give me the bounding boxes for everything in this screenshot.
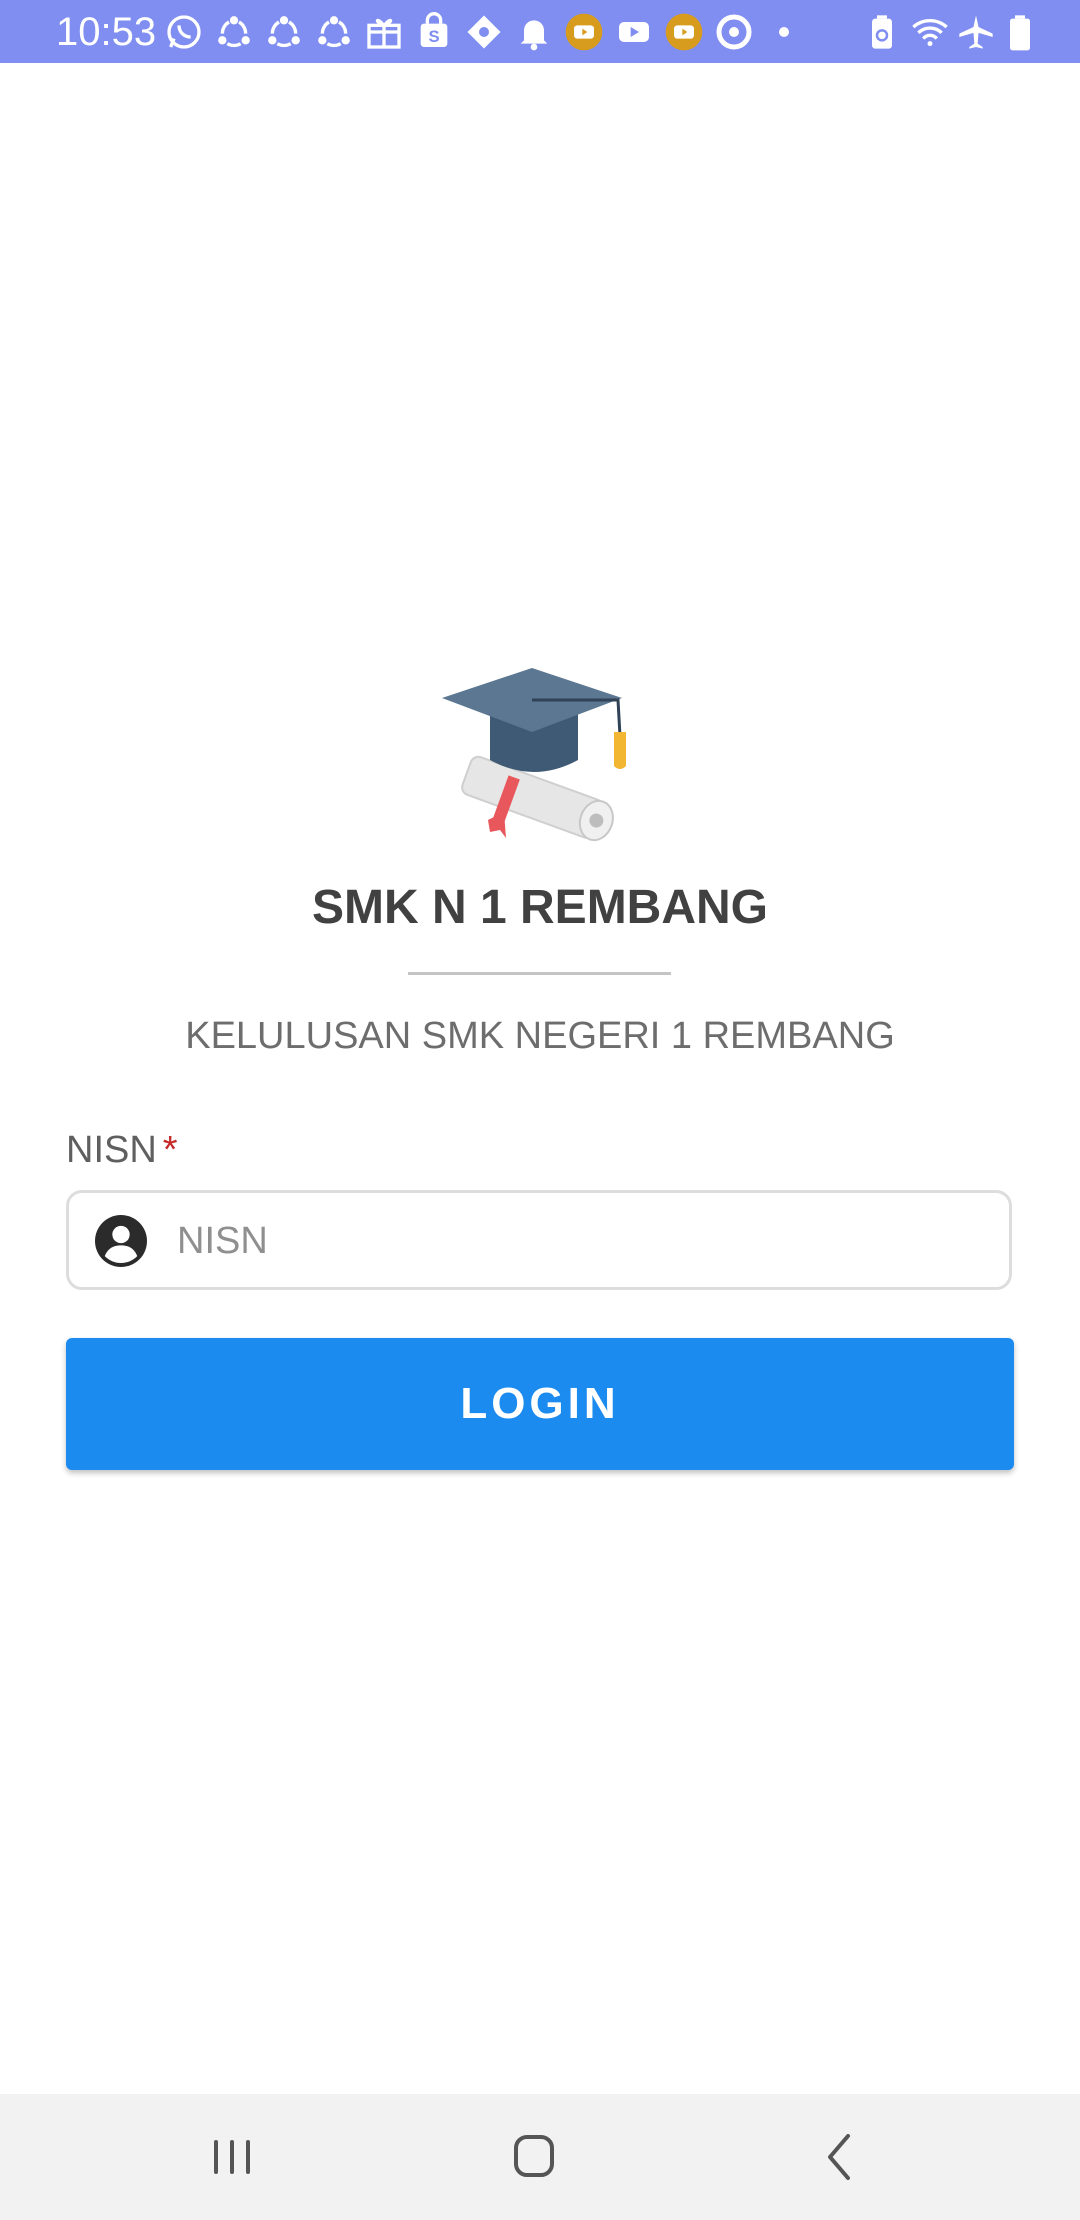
nisn-input-container[interactable] xyxy=(66,1190,1012,1290)
youtube-icon xyxy=(614,12,654,52)
nisn-label-text: NISN xyxy=(66,1129,157,1171)
svg-text:S: S xyxy=(428,27,439,46)
graduation-cap-diploma-icon xyxy=(440,660,640,860)
airplane-icon xyxy=(956,12,996,52)
diamond-icon xyxy=(464,12,504,52)
gift-icon xyxy=(364,12,404,52)
battery-saver-icon xyxy=(862,12,902,52)
whatsapp-icon xyxy=(164,12,204,52)
nisn-input[interactable] xyxy=(175,1193,999,1289)
nisn-field-label: NISN * xyxy=(66,1126,178,1174)
sync-icon xyxy=(314,12,354,52)
title-divider xyxy=(408,972,671,975)
status-bar: 10:53 S xyxy=(0,0,1080,63)
battery-icon xyxy=(1000,12,1040,52)
sync-icon xyxy=(214,12,254,52)
home-icon[interactable] xyxy=(494,2122,574,2192)
youtube-icon xyxy=(564,12,604,52)
circle-icon xyxy=(714,12,754,52)
dot-icon xyxy=(764,12,804,52)
youtube-icon xyxy=(664,12,704,52)
user-circle-icon xyxy=(95,1215,147,1267)
login-button[interactable]: LOGIN xyxy=(66,1338,1014,1470)
app-subtitle: KELULUSAN SMK NEGERI 1 REMBANG xyxy=(185,1015,895,1057)
status-time: 10:53 xyxy=(56,10,157,54)
recent-apps-icon[interactable] xyxy=(192,2122,272,2192)
wifi-icon xyxy=(910,12,950,52)
bell-icon xyxy=(514,12,554,52)
app-title: SMK N 1 REMBANG xyxy=(311,881,769,934)
required-marker: * xyxy=(162,1129,178,1171)
sync-icon xyxy=(264,12,304,52)
shop-icon: S xyxy=(414,12,454,52)
navigation-bar xyxy=(0,2094,1080,2220)
back-icon[interactable] xyxy=(798,2122,878,2192)
